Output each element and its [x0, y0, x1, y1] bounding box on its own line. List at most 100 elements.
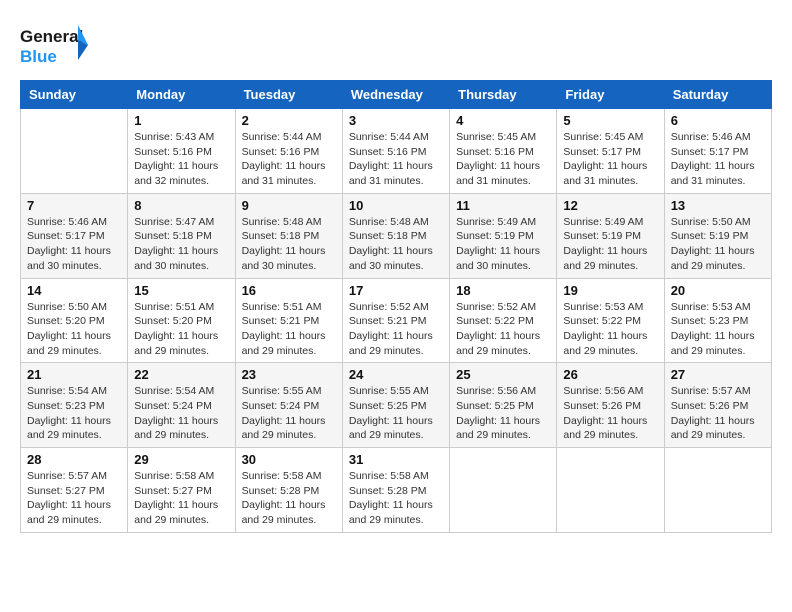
- day-info: Sunrise: 5:49 AMSunset: 5:19 PMDaylight:…: [563, 215, 657, 274]
- day-number: 22: [134, 367, 228, 382]
- day-number: 29: [134, 452, 228, 467]
- day-info: Sunrise: 5:53 AMSunset: 5:22 PMDaylight:…: [563, 300, 657, 359]
- day-number: 5: [563, 113, 657, 128]
- calendar-week-row: 14Sunrise: 5:50 AMSunset: 5:20 PMDayligh…: [21, 278, 772, 363]
- day-number: 25: [456, 367, 550, 382]
- weekday-header: Wednesday: [342, 81, 449, 109]
- day-info: Sunrise: 5:51 AMSunset: 5:20 PMDaylight:…: [134, 300, 228, 359]
- calendar: SundayMondayTuesdayWednesdayThursdayFrid…: [20, 80, 772, 533]
- day-number: 17: [349, 283, 443, 298]
- calendar-day-cell: 16Sunrise: 5:51 AMSunset: 5:21 PMDayligh…: [235, 278, 342, 363]
- calendar-day-cell: 9 Sunrise: 5:48 AMSunset: 5:18 PMDaylight…: [235, 193, 342, 278]
- calendar-week-row: 28Sunrise: 5:57 AMSunset: 5:27 PMDayligh…: [21, 448, 772, 533]
- day-info: Sunrise: 5:56 AMSunset: 5:26 PMDaylight:…: [563, 384, 657, 443]
- calendar-day-cell: 14Sunrise: 5:50 AMSunset: 5:20 PMDayligh…: [21, 278, 128, 363]
- calendar-day-cell: 2 Sunrise: 5:44 AMSunset: 5:16 PMDaylight…: [235, 109, 342, 194]
- day-info: Sunrise: 5:57 AMSunset: 5:26 PMDaylight:…: [671, 384, 765, 443]
- calendar-day-cell: 12 Sunrise: 5:49 AMSunset: 5:19 PMDayligh…: [557, 193, 664, 278]
- page-header: GeneralBlue: [20, 20, 772, 70]
- day-number: 10: [349, 198, 443, 213]
- day-number: 31: [349, 452, 443, 467]
- day-number: 27: [671, 367, 765, 382]
- calendar-day-cell: 20Sunrise: 5:53 AMSunset: 5:23 PMDayligh…: [664, 278, 771, 363]
- day-info: Sunrise: 5:46 AMSunset: 5:17 PMDaylight:…: [671, 130, 765, 189]
- day-info: Sunrise: 5:44 AMSunset: 5:16 PMDaylight:…: [349, 130, 443, 189]
- weekday-header: Sunday: [21, 81, 128, 109]
- svg-text:General: General: [20, 27, 83, 46]
- day-number: 7: [27, 198, 121, 213]
- calendar-day-cell: 13 Sunrise: 5:50 AMSunset: 5:19 PMDayligh…: [664, 193, 771, 278]
- day-number: 16: [242, 283, 336, 298]
- weekday-header: Saturday: [664, 81, 771, 109]
- day-info: Sunrise: 5:54 AMSunset: 5:24 PMDaylight:…: [134, 384, 228, 443]
- weekday-header: Thursday: [450, 81, 557, 109]
- calendar-day-cell: 17Sunrise: 5:52 AMSunset: 5:21 PMDayligh…: [342, 278, 449, 363]
- day-number: 14: [27, 283, 121, 298]
- day-number: 4: [456, 113, 550, 128]
- calendar-day-cell: 3 Sunrise: 5:44 AMSunset: 5:16 PMDaylight…: [342, 109, 449, 194]
- calendar-day-cell: 22 Sunrise: 5:54 AMSunset: 5:24 PMDayligh…: [128, 363, 235, 448]
- day-info: Sunrise: 5:55 AMSunset: 5:24 PMDaylight:…: [242, 384, 336, 443]
- day-number: 2: [242, 113, 336, 128]
- day-info: Sunrise: 5:47 AMSunset: 5:18 PMDaylight:…: [134, 215, 228, 274]
- day-info: Sunrise: 5:58 AMSunset: 5:28 PMDaylight:…: [242, 469, 336, 528]
- calendar-day-cell: 5 Sunrise: 5:45 AMSunset: 5:17 PMDaylight…: [557, 109, 664, 194]
- day-info: Sunrise: 5:45 AMSunset: 5:16 PMDaylight:…: [456, 130, 550, 189]
- calendar-day-cell: 30Sunrise: 5:58 AMSunset: 5:28 PMDayligh…: [235, 448, 342, 533]
- weekday-header: Tuesday: [235, 81, 342, 109]
- calendar-day-cell: [557, 448, 664, 533]
- calendar-day-cell: 11Sunrise: 5:49 AMSunset: 5:19 PMDayligh…: [450, 193, 557, 278]
- day-number: 24: [349, 367, 443, 382]
- day-info: Sunrise: 5:53 AMSunset: 5:23 PMDaylight:…: [671, 300, 765, 359]
- calendar-day-cell: 10 Sunrise: 5:48 AMSunset: 5:18 PMDayligh…: [342, 193, 449, 278]
- day-info: Sunrise: 5:50 AMSunset: 5:19 PMDaylight:…: [671, 215, 765, 274]
- day-info: Sunrise: 5:49 AMSunset: 5:19 PMDaylight:…: [456, 215, 550, 274]
- calendar-day-cell: 4 Sunrise: 5:45 AMSunset: 5:16 PMDaylight…: [450, 109, 557, 194]
- calendar-day-cell: [664, 448, 771, 533]
- day-info: Sunrise: 5:48 AMSunset: 5:18 PMDaylight:…: [349, 215, 443, 274]
- day-info: Sunrise: 5:52 AMSunset: 5:22 PMDaylight:…: [456, 300, 550, 359]
- calendar-day-cell: 7 Sunrise: 5:46 AMSunset: 5:17 PMDaylight…: [21, 193, 128, 278]
- calendar-week-row: 21 Sunrise: 5:54 AMSunset: 5:23 PMDayligh…: [21, 363, 772, 448]
- day-info: Sunrise: 5:58 AMSunset: 5:28 PMDaylight:…: [349, 469, 443, 528]
- day-number: 19: [563, 283, 657, 298]
- svg-text:Blue: Blue: [20, 47, 57, 66]
- day-number: 13: [671, 198, 765, 213]
- day-info: Sunrise: 5:48 AMSunset: 5:18 PMDaylight:…: [242, 215, 336, 274]
- day-info: Sunrise: 5:46 AMSunset: 5:17 PMDaylight:…: [27, 215, 121, 274]
- calendar-day-cell: 19 Sunrise: 5:53 AMSunset: 5:22 PMDayligh…: [557, 278, 664, 363]
- day-number: 8: [134, 198, 228, 213]
- day-number: 9: [242, 198, 336, 213]
- day-number: 15: [134, 283, 228, 298]
- day-info: Sunrise: 5:54 AMSunset: 5:23 PMDaylight:…: [27, 384, 121, 443]
- day-number: 6: [671, 113, 765, 128]
- calendar-week-row: 1 Sunrise: 5:43 AMSunset: 5:16 PMDaylight…: [21, 109, 772, 194]
- calendar-day-cell: 23Sunrise: 5:55 AMSunset: 5:24 PMDayligh…: [235, 363, 342, 448]
- calendar-day-cell: 24 Sunrise: 5:55 AMSunset: 5:25 PMDayligh…: [342, 363, 449, 448]
- calendar-day-cell: 1 Sunrise: 5:43 AMSunset: 5:16 PMDaylight…: [128, 109, 235, 194]
- day-info: Sunrise: 5:55 AMSunset: 5:25 PMDaylight:…: [349, 384, 443, 443]
- calendar-day-cell: 31 Sunrise: 5:58 AMSunset: 5:28 PMDayligh…: [342, 448, 449, 533]
- day-number: 12: [563, 198, 657, 213]
- logo: GeneralBlue: [20, 20, 90, 70]
- calendar-day-cell: 26Sunrise: 5:56 AMSunset: 5:26 PMDayligh…: [557, 363, 664, 448]
- day-info: Sunrise: 5:45 AMSunset: 5:17 PMDaylight:…: [563, 130, 657, 189]
- calendar-day-cell: 27 Sunrise: 5:57 AMSunset: 5:26 PMDayligh…: [664, 363, 771, 448]
- day-number: 21: [27, 367, 121, 382]
- calendar-day-cell: 21 Sunrise: 5:54 AMSunset: 5:23 PMDayligh…: [21, 363, 128, 448]
- logo-svg: GeneralBlue: [20, 20, 90, 70]
- day-info: Sunrise: 5:44 AMSunset: 5:16 PMDaylight:…: [242, 130, 336, 189]
- calendar-day-cell: 28Sunrise: 5:57 AMSunset: 5:27 PMDayligh…: [21, 448, 128, 533]
- day-number: 1: [134, 113, 228, 128]
- calendar-day-cell: 29Sunrise: 5:58 AMSunset: 5:27 PMDayligh…: [128, 448, 235, 533]
- calendar-day-cell: 15 Sunrise: 5:51 AMSunset: 5:20 PMDayligh…: [128, 278, 235, 363]
- day-number: 18: [456, 283, 550, 298]
- calendar-day-cell: 6 Sunrise: 5:46 AMSunset: 5:17 PMDaylight…: [664, 109, 771, 194]
- calendar-day-cell: [21, 109, 128, 194]
- day-info: Sunrise: 5:57 AMSunset: 5:27 PMDaylight:…: [27, 469, 121, 528]
- calendar-day-cell: [450, 448, 557, 533]
- calendar-day-cell: 25Sunrise: 5:56 AMSunset: 5:25 PMDayligh…: [450, 363, 557, 448]
- day-number: 3: [349, 113, 443, 128]
- day-info: Sunrise: 5:43 AMSunset: 5:16 PMDaylight:…: [134, 130, 228, 189]
- calendar-day-cell: 18 Sunrise: 5:52 AMSunset: 5:22 PMDayligh…: [450, 278, 557, 363]
